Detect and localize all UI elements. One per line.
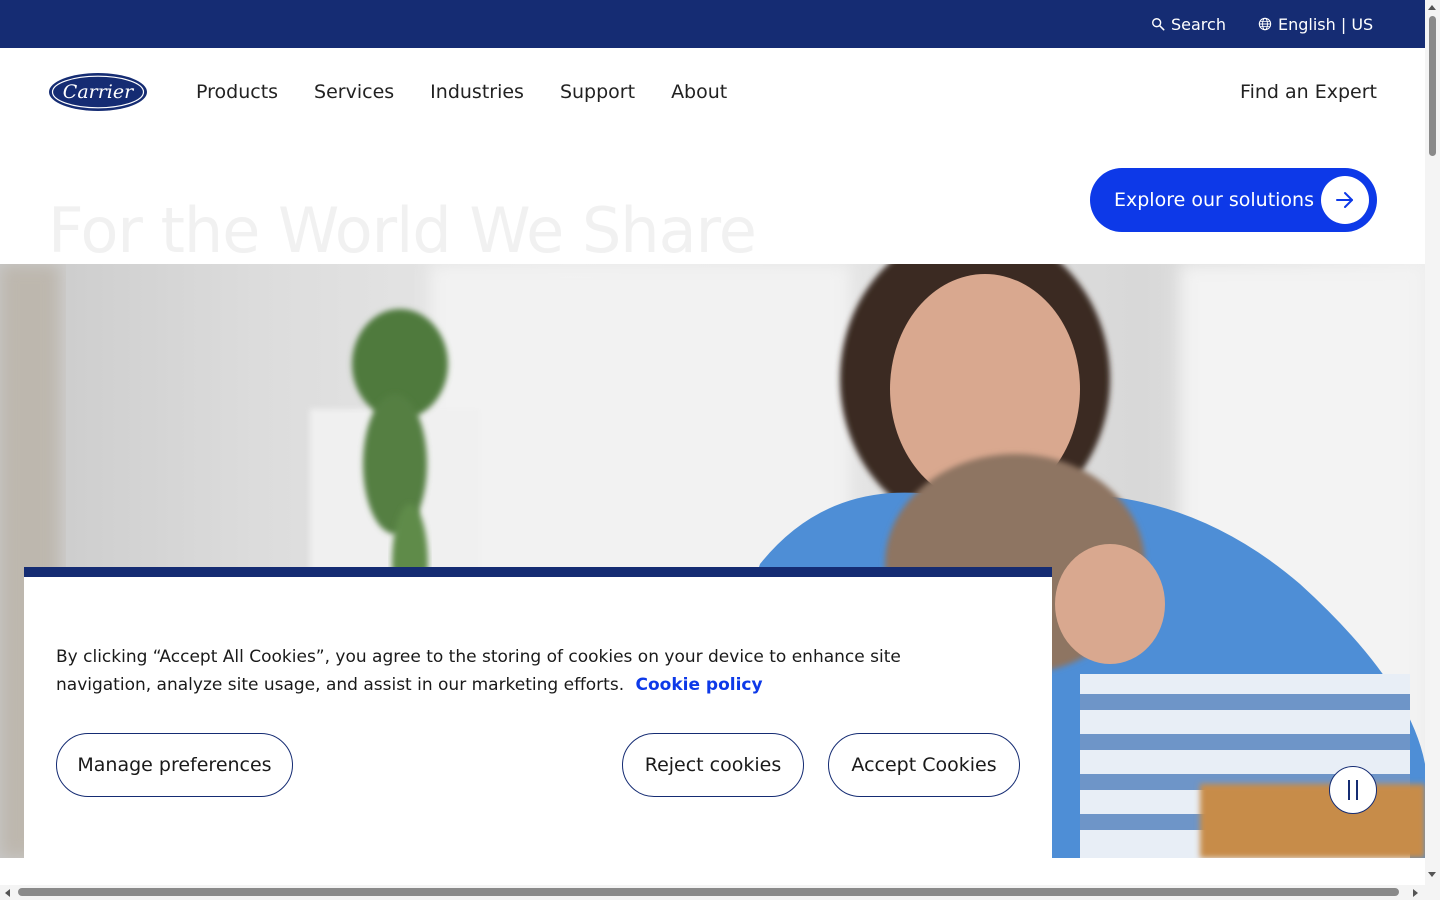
explore-solutions-label: Explore our solutions	[1114, 189, 1314, 211]
nav-item-services[interactable]: Services	[314, 81, 394, 103]
vertical-scrollbar[interactable]	[1425, 0, 1440, 885]
carrier-logo[interactable]: Carrier	[48, 72, 148, 112]
vertical-scrollbar-thumb[interactable]	[1429, 16, 1436, 156]
scroll-down-icon[interactable]	[1428, 872, 1436, 877]
hero-title: For the World We Share	[48, 194, 757, 267]
arrow-right-icon	[1321, 176, 1369, 224]
pause-button[interactable]	[1329, 766, 1377, 814]
cookie-message: By clicking “Accept All Cookies”, you ag…	[56, 643, 996, 699]
nav-item-industries[interactable]: Industries	[430, 81, 524, 103]
nav-item-about[interactable]: About	[671, 81, 727, 103]
reject-cookies-button[interactable]: Reject cookies	[622, 733, 804, 797]
nav-item-support[interactable]: Support	[560, 81, 635, 103]
main-nav: Carrier Products Services Industries Sup…	[0, 48, 1425, 136]
logo-text: Carrier	[63, 81, 135, 103]
search-icon	[1152, 18, 1165, 31]
cookie-policy-link[interactable]: Cookie policy	[636, 675, 763, 695]
scroll-right-icon[interactable]	[1413, 889, 1418, 897]
cookie-banner: By clicking “Accept All Cookies”, you ag…	[24, 567, 1052, 860]
nav-item-products[interactable]: Products	[196, 81, 278, 103]
language-label: English | US	[1278, 14, 1374, 34]
pause-icon	[1348, 780, 1358, 800]
search-label: Search	[1171, 14, 1226, 34]
cookie-message-text: By clicking “Accept All Cookies”, you ag…	[56, 647, 901, 695]
globe-icon	[1258, 17, 1272, 31]
find-expert-link[interactable]: Find an Expert	[1240, 48, 1377, 136]
horizontal-scrollbar-thumb[interactable]	[18, 888, 1399, 896]
hero-header: For the World We Share Explore our solut…	[0, 136, 1425, 267]
utility-bar: Search English | US	[0, 0, 1425, 48]
scroll-up-icon[interactable]	[1428, 5, 1436, 10]
horizontal-scrollbar[interactable]	[0, 885, 1440, 900]
language-selector[interactable]: English | US	[1258, 0, 1373, 48]
scroll-left-icon[interactable]	[5, 889, 10, 897]
explore-solutions-button[interactable]: Explore our solutions	[1090, 168, 1377, 232]
nav-menu: Products Services Industries Support Abo…	[196, 48, 727, 136]
search-link[interactable]: Search	[1151, 0, 1226, 48]
accept-cookies-button[interactable]: Accept Cookies	[828, 733, 1020, 797]
manage-preferences-button[interactable]: Manage preferences	[56, 733, 293, 797]
